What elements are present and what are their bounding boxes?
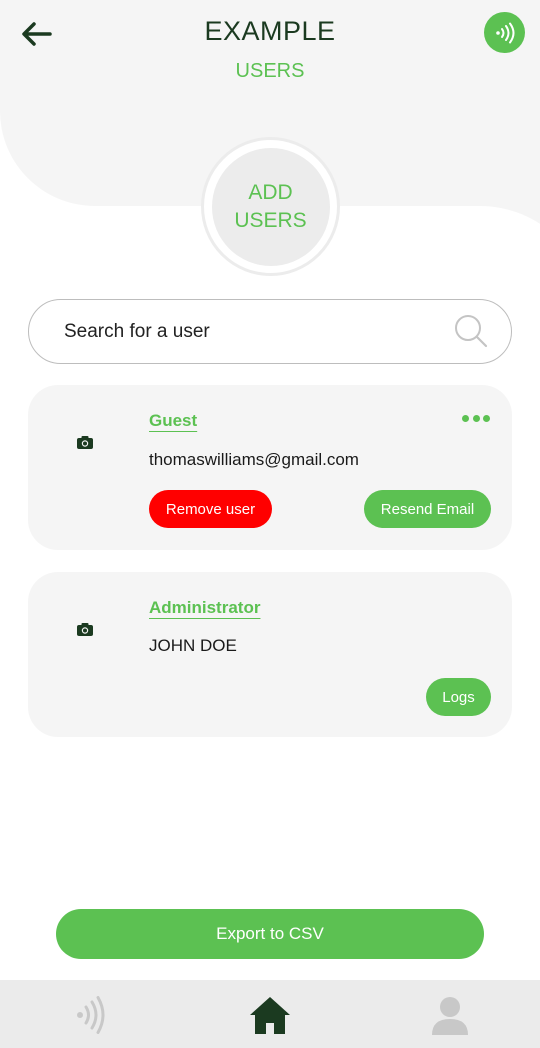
- user-card: Administrator JOHN DOE Logs: [28, 572, 512, 737]
- user-name: JOHN DOE: [149, 636, 237, 655]
- add-users-circle: ADD USERS: [211, 147, 330, 266]
- more-options-icon[interactable]: [462, 415, 490, 425]
- nfc-signal-icon: [77, 996, 105, 1034]
- nfc-signal-icon: [495, 22, 514, 43]
- nav-profile[interactable]: [425, 992, 475, 1038]
- remove-user-button[interactable]: Remove user: [149, 490, 272, 528]
- add-users-button[interactable]: ADD USERS: [201, 137, 340, 276]
- bottom-navigation: [0, 980, 540, 1048]
- resend-email-button[interactable]: Resend Email: [364, 490, 491, 528]
- nfc-button[interactable]: [484, 12, 525, 53]
- export-csv-button[interactable]: Export to CSV: [56, 909, 484, 959]
- search-icon[interactable]: [453, 313, 489, 349]
- home-icon: [250, 997, 290, 1034]
- user-email: thomaswilliams@gmail.com: [149, 450, 359, 469]
- camera-icon[interactable]: [76, 622, 94, 637]
- logs-button[interactable]: Logs: [426, 678, 491, 716]
- user-role-link[interactable]: Guest: [149, 411, 197, 431]
- page-subtitle: USERS: [235, 60, 305, 82]
- camera-icon[interactable]: [76, 435, 94, 450]
- search-bar: [28, 299, 512, 364]
- users-screen: EXAMPLE USERS ADD USERS Guest: [0, 0, 540, 1048]
- add-users-label-line2: USERS: [234, 208, 307, 232]
- add-users-label-line1: ADD: [248, 180, 293, 204]
- nav-home[interactable]: [245, 992, 295, 1038]
- user-role-link[interactable]: Administrator: [149, 598, 260, 618]
- nav-nfc[interactable]: [65, 992, 115, 1038]
- user-card: Guest thomaswilliams@gmail.com Remove us…: [28, 385, 512, 550]
- user-icon: [432, 997, 468, 1035]
- search-input[interactable]: [64, 320, 444, 343]
- page-title: EXAMPLE: [204, 16, 336, 46]
